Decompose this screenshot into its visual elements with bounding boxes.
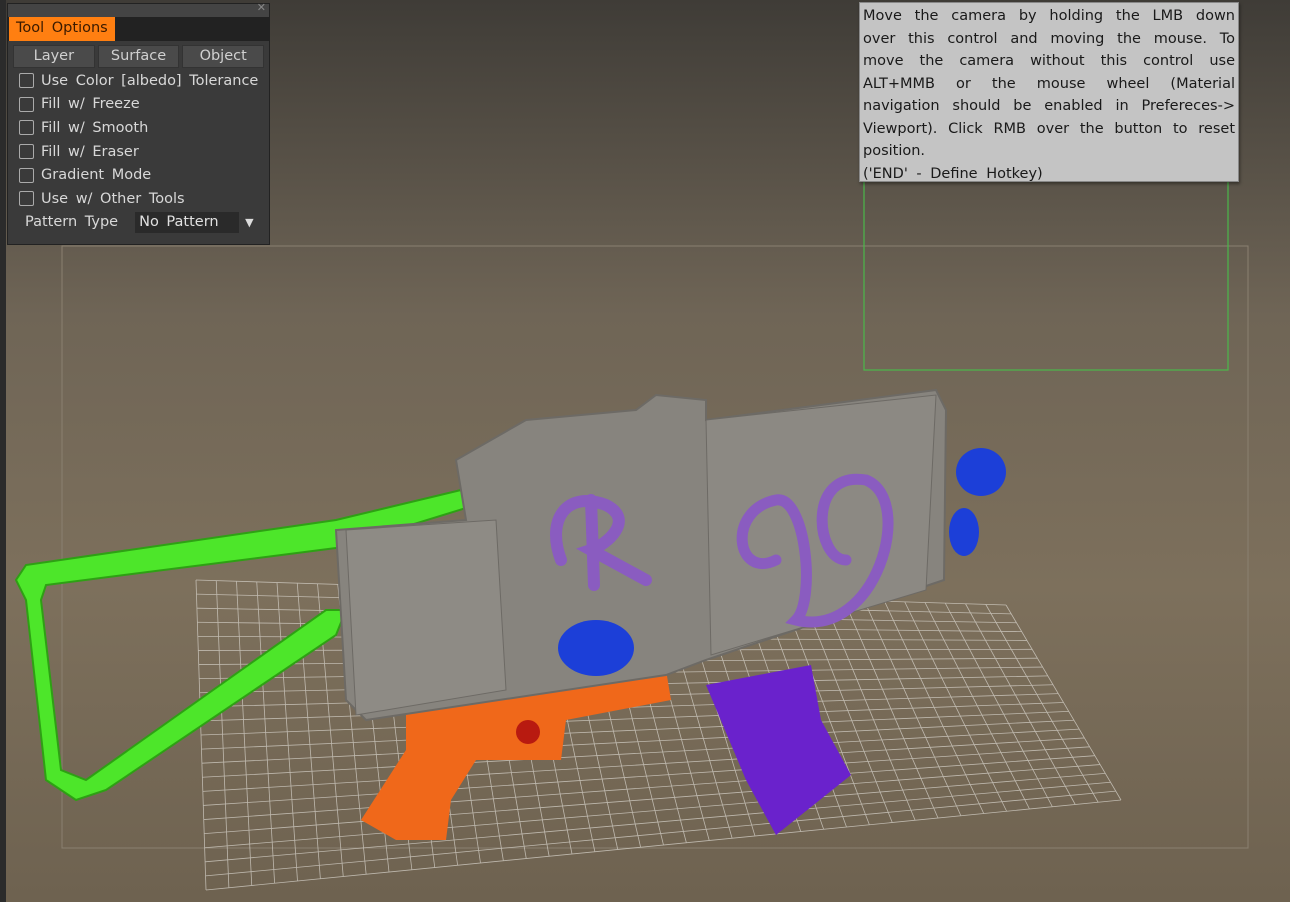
grid-line [204,764,1101,835]
camera-tooltip: Move the camera by holding the LMB down … [859,2,1239,182]
fill-eraser-checkbox[interactable]: Fill w/ Eraser [8,140,269,164]
checkbox-label: Gradient Mode [41,167,152,184]
close-icon[interactable]: ✕ [257,1,266,14]
grid-line [203,755,1095,820]
tooltip-text: Move the camera by holding the LMB down … [863,8,1235,159]
use-other-tools-checkbox[interactable]: Use w/ Other Tools [8,187,269,211]
grid-line [202,728,1080,778]
pattern-type-label: Pattern Type [25,214,119,231]
tool-options-panel: ✕ Tool Options Layer Surface Object Use … [7,1,270,245]
grid-line [205,799,1122,891]
checkbox-icon[interactable] [19,96,34,112]
fill-smooth-checkbox[interactable]: Fill w/ Smooth [8,116,269,140]
panel-titlebar[interactable]: ✕ [8,1,269,17]
tab-tool-options[interactable]: Tool Options [9,17,115,41]
gradient-mode-checkbox[interactable]: Gradient Mode [8,163,269,187]
checkbox-label: Use Color [albedo] Tolerance [41,72,259,89]
grid-line [203,746,1090,806]
camera-nav-control-outline [863,179,1229,371]
grid-line [205,790,1116,877]
checkbox-icon[interactable] [19,191,34,207]
tooltip-hotkey: ('END' - Define Hotkey) [863,165,1043,182]
fill-freeze-checkbox[interactable]: Fill w/ Freeze [8,93,269,117]
checkbox-label: Use w/ Other Tools [41,190,185,207]
checkbox-label: Fill w/ Freeze [41,96,140,113]
grid-line [204,773,1106,849]
chevron-down-icon[interactable]: ▼ [245,216,253,229]
grid-line [205,781,1111,863]
checkbox-icon[interactable] [19,73,34,89]
layer-button[interactable]: Layer [13,45,95,68]
use-color-tolerance-checkbox[interactable]: Use Color [albedo] Tolerance [8,69,269,93]
grid-line [202,737,1085,792]
pattern-type-select[interactable]: No Pattern [135,211,240,233]
checkbox-icon[interactable] [19,144,34,160]
checkbox-label: Fill w/ Eraser [41,143,139,160]
object-button[interactable]: Object [182,45,265,68]
model-body [334,388,1006,722]
checkbox-icon[interactable] [19,120,34,136]
checkbox-label: Fill w/ Smooth [41,119,149,136]
surface-button[interactable]: Surface [97,45,180,68]
checkbox-icon[interactable] [19,167,34,183]
